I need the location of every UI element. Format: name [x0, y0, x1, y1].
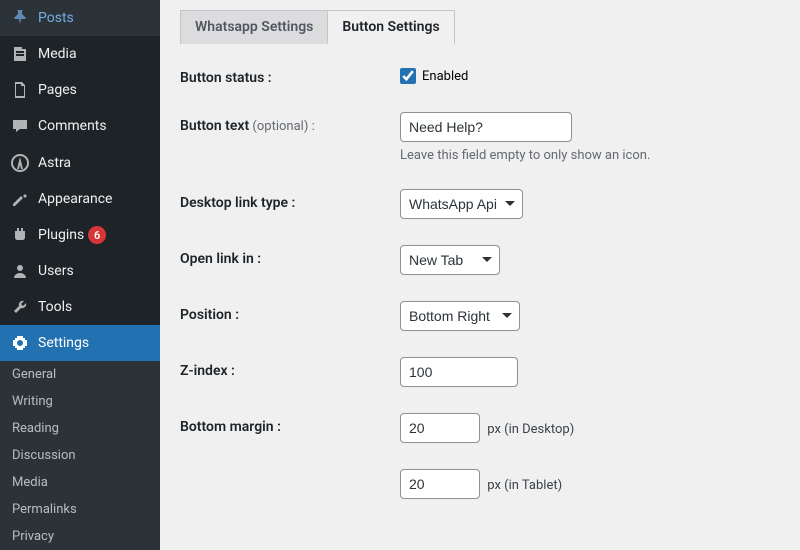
- label-open-link-in: Open link in :: [180, 245, 400, 267]
- sidebar-item-label: Tools: [38, 299, 72, 315]
- label-button-status: Button status :: [180, 64, 400, 86]
- row-desktop-link-type: Desktop link type : WhatsApp Api: [180, 189, 780, 219]
- label-bottom-margin: Bottom margin :: [180, 413, 400, 435]
- sidebar-item-label: Appearance: [38, 191, 112, 207]
- tab-whatsapp-settings[interactable]: Whatsapp Settings: [180, 10, 328, 44]
- astra-icon: [10, 153, 30, 173]
- row-open-link-in: Open link in : New Tab: [180, 245, 780, 275]
- input-button-text[interactable]: [400, 112, 572, 142]
- sidebar-item-media[interactable]: Media: [0, 36, 160, 72]
- submenu-item-general[interactable]: General: [0, 361, 160, 388]
- admin-sidebar: Posts Media Pages Comments Astra Appeara…: [0, 0, 160, 550]
- unit-tablet: px (in Tablet): [487, 478, 562, 493]
- sidebar-item-label: Settings: [38, 335, 89, 351]
- sidebar-item-label: Posts: [38, 10, 74, 26]
- label-z-index: Z-index :: [180, 357, 400, 379]
- sidebar-item-tools[interactable]: Tools: [0, 289, 160, 325]
- comments-icon: [10, 116, 30, 136]
- checkbox-label: Enabled: [422, 69, 468, 84]
- sidebar-item-plugins[interactable]: Plugins 6: [0, 217, 160, 253]
- settings-icon: [10, 333, 30, 353]
- tabs: Whatsapp Settings Button Settings: [180, 0, 780, 44]
- tools-icon: [10, 297, 30, 317]
- row-bottom-margin-desktop: Bottom margin : px (in Desktop): [180, 413, 780, 443]
- row-button-text: Button text (optional) : Leave this fiel…: [180, 112, 780, 163]
- sidebar-item-label: Users: [38, 263, 74, 279]
- submenu-item-reading[interactable]: Reading: [0, 415, 160, 442]
- checkbox-button-status[interactable]: [400, 68, 416, 84]
- sidebar-item-label: Pages: [38, 82, 77, 98]
- sidebar-item-users[interactable]: Users: [0, 253, 160, 289]
- label-desktop-link-type: Desktop link type :: [180, 189, 400, 211]
- unit-desktop: px (in Desktop): [487, 422, 574, 437]
- input-bottom-margin-desktop[interactable]: [400, 413, 480, 443]
- sidebar-item-label: Media: [38, 46, 77, 62]
- sidebar-item-pages[interactable]: Pages: [0, 72, 160, 108]
- sidebar-item-appearance[interactable]: Appearance: [0, 181, 160, 217]
- submenu-item-discussion[interactable]: Discussion: [0, 442, 160, 469]
- sidebar-item-comments[interactable]: Comments: [0, 108, 160, 144]
- row-bottom-margin-tablet: px (in Tablet): [180, 469, 780, 499]
- help-button-text: Leave this field empty to only show an i…: [400, 148, 780, 163]
- sidebar-item-label: Comments: [38, 118, 107, 134]
- content-area: Whatsapp Settings Button Settings Button…: [160, 0, 800, 550]
- plugins-icon: [10, 225, 30, 245]
- row-button-status: Button status : Enabled: [180, 64, 780, 86]
- select-position[interactable]: Bottom Right: [400, 301, 520, 331]
- sidebar-item-astra[interactable]: Astra: [0, 145, 160, 181]
- submenu-item-privacy[interactable]: Privacy: [0, 523, 160, 550]
- pages-icon: [10, 80, 30, 100]
- update-badge: 6: [88, 226, 106, 244]
- sidebar-item-settings[interactable]: Settings: [0, 325, 160, 361]
- input-z-index[interactable]: [400, 357, 518, 387]
- input-bottom-margin-tablet[interactable]: [400, 469, 480, 499]
- submenu-item-permalinks[interactable]: Permalinks: [0, 496, 160, 523]
- row-z-index: Z-index :: [180, 357, 780, 387]
- appearance-icon: [10, 189, 30, 209]
- media-icon: [10, 44, 30, 64]
- submenu-item-media[interactable]: Media: [0, 469, 160, 496]
- sidebar-item-label: Plugins: [38, 227, 84, 243]
- settings-submenu: General Writing Reading Discussion Media…: [0, 361, 160, 550]
- users-icon: [10, 261, 30, 281]
- select-desktop-link-type[interactable]: WhatsApp Api: [400, 189, 523, 219]
- pin-icon: [10, 8, 30, 28]
- row-position: Position : Bottom Right: [180, 301, 780, 331]
- sidebar-item-label: Astra: [38, 155, 71, 171]
- label-button-text: Button text (optional) :: [180, 112, 400, 134]
- select-open-link-in[interactable]: New Tab: [400, 245, 500, 275]
- checkbox-button-status-wrap[interactable]: Enabled: [400, 64, 780, 84]
- label-position: Position :: [180, 301, 400, 323]
- settings-form: Button status : Enabled Button text (opt…: [180, 64, 780, 499]
- tab-button-settings[interactable]: Button Settings: [327, 10, 454, 44]
- sidebar-item-posts[interactable]: Posts: [0, 0, 160, 36]
- submenu-item-writing[interactable]: Writing: [0, 388, 160, 415]
